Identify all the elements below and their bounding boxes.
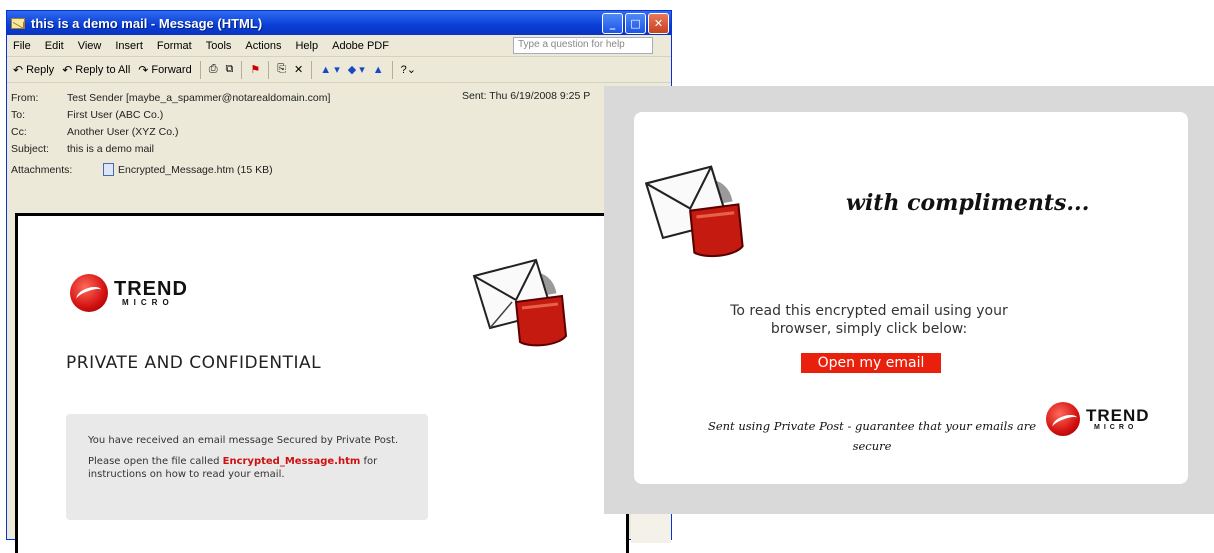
compliments-card: with compliments... To read this encrypt… (634, 112, 1188, 484)
sent-label: Sent: (462, 90, 487, 102)
menu-view[interactable]: View (78, 40, 102, 52)
envelope-icon (11, 17, 25, 29)
menu-tools[interactable]: Tools (206, 40, 232, 52)
maximize-button[interactable]: □ (625, 12, 646, 34)
forward-icon: ↷ (138, 62, 149, 77)
menu-actions[interactable]: Actions (245, 40, 281, 52)
menu-file[interactable]: File (13, 40, 31, 52)
menu-format[interactable]: Format (157, 40, 192, 52)
attachment-link[interactable]: Encrypted_Message.htm (15 KB) (118, 164, 273, 176)
to-label: To: (11, 108, 26, 121)
sent-row: Sent: Thu 6/19/2008 9:25 P (462, 90, 590, 102)
cc-value[interactable]: Another User (XYZ Co.) (67, 126, 178, 138)
trend-micro-ball-icon (1046, 402, 1080, 436)
attachment-file-icon (103, 163, 114, 176)
message-body: TREND MICRO PRIVATE AND CONFIDENTIAL You… (15, 213, 629, 553)
from-label: From: (11, 91, 39, 104)
next-item-icon[interactable]: ◆ ▾ (348, 63, 365, 76)
notice-text-pre: Please open the file called (88, 456, 223, 467)
logo-brand-line2: MICRO (1094, 424, 1138, 431)
notice-line-1: You have received an email message Secur… (88, 435, 399, 446)
reply-icon: ↶ (13, 62, 24, 77)
previous-item-icon[interactable]: ▲ ▾ (320, 63, 339, 76)
forward-label: Forward (151, 63, 192, 76)
help-icon[interactable]: ?⌄ (401, 63, 416, 76)
sent-using-footer: Sent using Private Post - guarantee that… (707, 419, 1037, 453)
window-title: this is a demo mail - Message (HTML) (31, 15, 263, 31)
private-heading: PRIVATE AND CONFIDENTIAL (66, 353, 322, 373)
browser-preview-panel: with compliments... To read this encrypt… (604, 86, 1214, 514)
help-search-input[interactable]: Type a question for help (513, 37, 653, 54)
toolbar-separator (268, 60, 270, 79)
toolbar-separator (199, 60, 201, 79)
reply-button[interactable]: ↶ Reply (13, 63, 54, 77)
trend-micro-logo: TREND MICRO (70, 274, 188, 312)
menu-adobe-pdf[interactable]: Adobe PDF (332, 40, 389, 52)
subject-value: this is a demo mail (67, 142, 154, 155)
notice-line-2: Please open the file called Encrypted_Me… (88, 455, 406, 481)
toolbar-separator (241, 60, 243, 79)
print-icon[interactable]: ⎙ (209, 63, 218, 76)
address-book-icon[interactable]: ▲ (373, 64, 384, 76)
trend-micro-logo: TREND MICRO (1046, 402, 1150, 436)
reply-all-button[interactable]: ↶ Reply to All (62, 63, 130, 77)
from-value[interactable]: Test Sender [maybe_a_spammer@notarealdom… (67, 92, 330, 104)
menu-help[interactable]: Help (295, 40, 318, 52)
title-bar[interactable]: this is a demo mail - Message (HTML) _ □… (7, 11, 671, 35)
cc-label: Cc: (11, 125, 27, 138)
reply-label: Reply (26, 63, 55, 76)
toolbar: ↶ Reply ↶ Reply to All ↷ Forward ⎙ ⧉ ⚑ ⎘ ✕ … (7, 57, 671, 83)
envelope-lock-icon (642, 152, 752, 262)
move-to-folder-icon[interactable]: ⎘ (277, 63, 286, 76)
cc-row: Cc: Another User (XYZ Co.) (11, 123, 671, 140)
subject-row: Subject: this is a demo mail (11, 140, 671, 157)
delete-icon[interactable]: ✕ (294, 63, 303, 76)
logo-brand-line1: TREND (1086, 406, 1150, 425)
forward-button[interactable]: ↷ Forward (138, 63, 191, 77)
toolbar-separator (311, 60, 313, 79)
menu-insert[interactable]: Insert (115, 40, 143, 52)
compliments-heading: with compliments... (846, 190, 1090, 216)
to-row: To: First User (ABC Co.) (11, 106, 671, 123)
toolbar-separator (391, 60, 393, 79)
outlook-message-window: this is a demo mail - Message (HTML) _ □… (6, 10, 672, 553)
message-headers: From: Test Sender [maybe_a_spammer@notare… (7, 83, 671, 191)
logo-brand-line1: TREND (114, 278, 188, 300)
sent-value: Thu 6/19/2008 9:25 P (489, 90, 591, 102)
flag-icon[interactable]: ⚑ (250, 63, 260, 76)
secure-notice-box: You have received an email message Secur… (66, 414, 428, 520)
reply-all-label: Reply to All (75, 63, 131, 76)
close-button[interactable]: ✕ (648, 12, 669, 34)
menu-edit[interactable]: Edit (45, 40, 64, 52)
attachments-row: Attachments: Encrypted_Message.htm (15 K… (11, 161, 671, 178)
copy-icon[interactable]: ⧉ (226, 63, 234, 76)
logo-brand-line2: MICRO (122, 298, 174, 307)
menu-bar: File Edit View Insert Format Tools Actio… (7, 35, 671, 57)
minimize-button[interactable]: _ (602, 12, 623, 34)
attachments-label: Attachments: (11, 163, 73, 176)
trend-micro-ball-icon (70, 274, 108, 312)
notice-filename: Encrypted_Message.htm (222, 456, 361, 467)
to-value[interactable]: First User (ABC Co.) (67, 109, 163, 121)
open-my-email-button[interactable]: Open my email (801, 353, 941, 373)
read-instructions: To read this encrypted email using your … (730, 303, 1008, 337)
subject-label: Subject: (11, 142, 49, 155)
envelope-lock-icon (470, 246, 575, 351)
reply-all-icon: ↶ (62, 62, 73, 77)
